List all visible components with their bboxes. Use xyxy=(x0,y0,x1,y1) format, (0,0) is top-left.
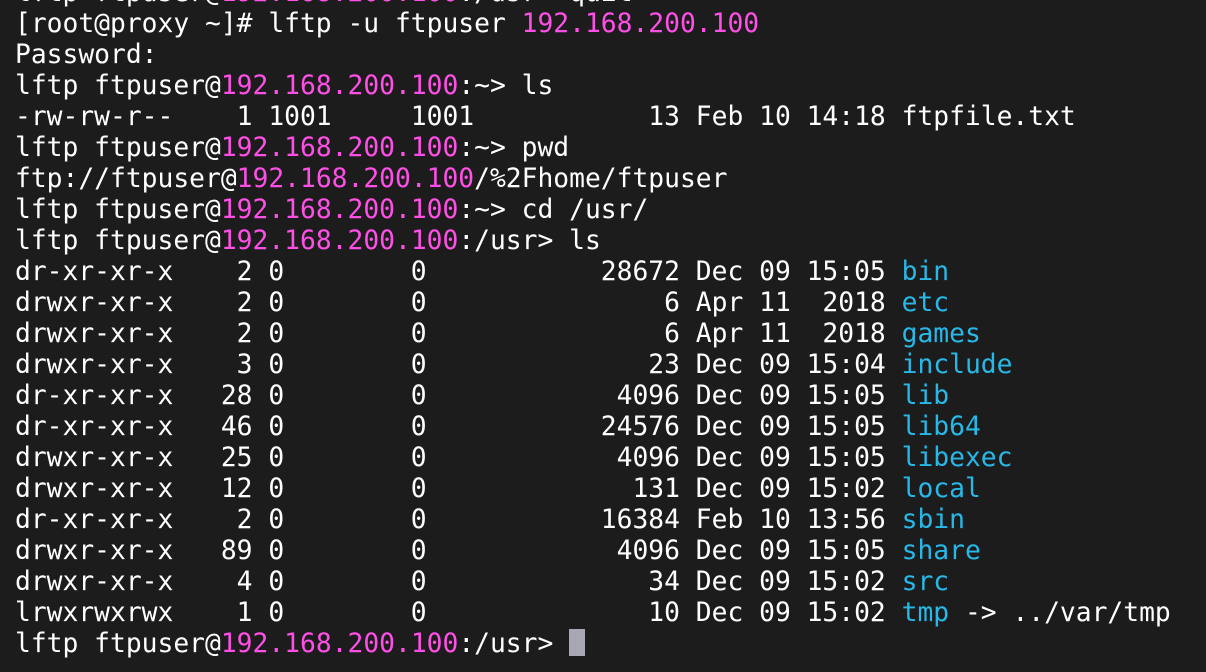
terminal-text: drwxr-xr-x 2 0 0 6 Apr 11 2018 xyxy=(15,288,902,318)
ip-address: 192.168.200.100 xyxy=(221,0,458,8)
directory-name: include xyxy=(901,350,1013,380)
ip-address: 192.168.200.100 xyxy=(236,164,475,194)
directory-name: src xyxy=(901,567,950,597)
terminal-text: -rw-rw-r-- 1 1001 1001 13 Feb 10 14:18 f… xyxy=(15,102,1076,132)
terminal-text: [root@proxy ~]# lftp -u ftpuser xyxy=(15,9,522,39)
ip-address: 192.168.200.100 xyxy=(220,629,459,659)
terminal-text: lftp ftpuser@ xyxy=(15,195,221,225)
terminal-text: -> ../var/tmp xyxy=(949,598,1171,628)
terminal-line: ftp://ftpuser@192.168.200.100/%2Fhome/ft… xyxy=(15,164,1171,195)
terminal-line: Password: xyxy=(15,40,1171,71)
terminal-line: lftp ftpuser@192.168.200.100:~> ls xyxy=(15,71,1171,102)
terminal-line: dr-xr-xr-x 2 0 0 16384 Feb 10 13:56 sbin xyxy=(15,505,1171,536)
directory-name: share xyxy=(901,536,981,566)
terminal-line: lftp ftpuser@192.168.200.100:/usr> ls xyxy=(15,226,1171,257)
terminal-text: dr-xr-xr-x 2 0 0 16384 Feb 10 13:56 xyxy=(15,505,902,535)
terminal-text: lftp ftpuser@ xyxy=(15,0,221,8)
terminal-line: lftp ftpuser@192.168.200.100:/usr> quit xyxy=(15,0,1171,9)
terminal-text: :~> ls xyxy=(458,71,554,101)
terminal-text: ftp://ftpuser@ xyxy=(15,164,237,194)
terminal-line: lrwxrwxrwx 1 0 0 10 Dec 09 15:02 tmp -> … xyxy=(15,598,1171,629)
directory-name: bin xyxy=(901,257,950,287)
terminal-line: -rw-rw-r-- 1 1001 1001 13 Feb 10 14:18 f… xyxy=(15,102,1171,133)
terminal-line: drwxr-xr-x 25 0 0 4096 Dec 09 15:05 libe… xyxy=(15,443,1171,474)
ip-address: 192.168.200.100 xyxy=(220,226,459,256)
directory-name: etc xyxy=(901,288,950,318)
terminal-line: lftp ftpuser@192.168.200.100:~> pwd xyxy=(15,133,1171,164)
ip-address: 192.168.200.100 xyxy=(521,9,760,39)
terminal-text: drwxr-xr-x 25 0 0 4096 Dec 09 15:05 xyxy=(15,443,902,473)
terminal-text: /%2Fhome/ftpuser xyxy=(474,164,728,194)
terminal-line: drwxr-xr-x 2 0 0 6 Apr 11 2018 games xyxy=(15,319,1171,350)
directory-name: games xyxy=(901,319,981,349)
terminal-line: drwxr-xr-x 12 0 0 131 Dec 09 15:02 local xyxy=(15,474,1171,505)
cursor-block[interactable] xyxy=(569,629,586,656)
terminal-line: dr-xr-xr-x 2 0 0 28672 Dec 09 15:05 bin xyxy=(15,257,1171,288)
directory-name: sbin xyxy=(901,505,965,535)
terminal-text: :/usr> xyxy=(458,629,570,659)
terminal-line: lftp ftpuser@192.168.200.100:/usr> xyxy=(15,629,1171,660)
terminal-line: drwxr-xr-x 2 0 0 6 Apr 11 2018 etc xyxy=(15,288,1171,319)
terminal-text: drwxr-xr-x 3 0 0 23 Dec 09 15:04 xyxy=(15,350,902,380)
terminal-line: lftp ftpuser@192.168.200.100:~> cd /usr/ xyxy=(15,195,1171,226)
terminal-text: dr-xr-xr-x 2 0 0 28672 Dec 09 15:05 xyxy=(15,257,902,287)
ip-address: 192.168.200.100 xyxy=(220,133,459,163)
terminal-line: dr-xr-xr-x 28 0 0 4096 Dec 09 15:05 lib xyxy=(15,381,1171,412)
directory-name: libexec xyxy=(901,443,1013,473)
terminal-text: drwxr-xr-x 89 0 0 4096 Dec 09 15:05 xyxy=(15,536,902,566)
terminal-text: :/usr> ls xyxy=(458,226,601,256)
terminal-text: lftp ftpuser@ xyxy=(15,71,221,101)
terminal-line: drwxr-xr-x 3 0 0 23 Dec 09 15:04 include xyxy=(15,350,1171,381)
ip-address: 192.168.200.100 xyxy=(220,71,459,101)
directory-name: tmp xyxy=(901,598,950,628)
terminal-text: lrwxrwxrwx 1 0 0 10 Dec 09 15:02 xyxy=(15,598,902,628)
terminal-text: drwxr-xr-x 12 0 0 131 Dec 09 15:02 xyxy=(15,474,902,504)
terminal-line: drwxr-xr-x 4 0 0 34 Dec 09 15:02 src xyxy=(15,567,1171,598)
terminal-text: Password: xyxy=(15,40,158,70)
terminal-text: dr-xr-xr-x 28 0 0 4096 Dec 09 15:05 xyxy=(15,381,902,411)
terminal-text: lftp ftpuser@ xyxy=(15,226,221,256)
terminal-line: [root@proxy ~]# lftp -u ftpuser 192.168.… xyxy=(15,9,1171,40)
terminal-line: drwxr-xr-x 89 0 0 4096 Dec 09 15:05 shar… xyxy=(15,536,1171,567)
terminal-text: :/usr> quit xyxy=(458,0,632,8)
terminal-text: :~> cd /usr/ xyxy=(458,195,649,225)
terminal-line: dr-xr-xr-x 46 0 0 24576 Dec 09 15:05 lib… xyxy=(15,412,1171,443)
directory-name: lib64 xyxy=(901,412,981,442)
directory-name: local xyxy=(901,474,981,504)
terminal-text: drwxr-xr-x 2 0 0 6 Apr 11 2018 xyxy=(15,319,902,349)
ip-address: 192.168.200.100 xyxy=(220,195,459,225)
terminal-text: lftp ftpuser@ xyxy=(15,133,221,163)
terminal-text: drwxr-xr-x 4 0 0 34 Dec 09 15:02 xyxy=(15,567,902,597)
terminal-text: dr-xr-xr-x 46 0 0 24576 Dec 09 15:05 xyxy=(15,412,902,442)
terminal-output: lftp ftpuser@192.168.200.100:/usr> quit[… xyxy=(15,0,1171,660)
terminal-text: lftp ftpuser@ xyxy=(15,629,221,659)
terminal-text: :~> pwd xyxy=(458,133,570,163)
terminal-window[interactable]: lftp ftpuser@192.168.200.100:/usr> quit[… xyxy=(0,0,1206,672)
directory-name: lib xyxy=(901,381,950,411)
